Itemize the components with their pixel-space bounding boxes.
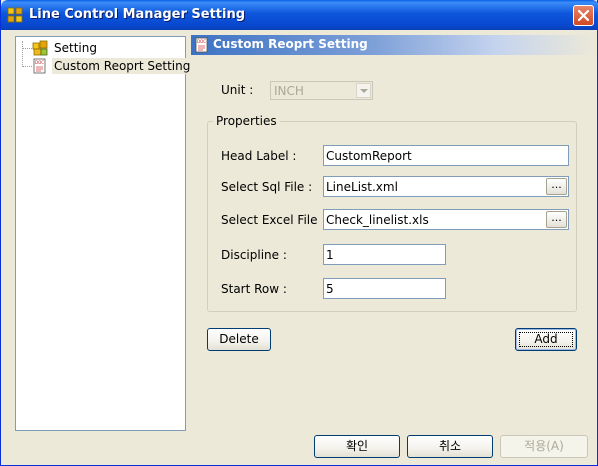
sql-file-browse-button[interactable]: ... <box>546 178 567 195</box>
close-button[interactable] <box>573 5 594 26</box>
discipline-input[interactable] <box>324 245 445 264</box>
excel-file-input[interactable] <box>324 210 568 229</box>
unit-label: Unit : <box>221 83 254 97</box>
head-label-label: Head Label : <box>221 149 297 163</box>
tree-connector <box>22 41 23 67</box>
excel-file-browse-button[interactable]: ... <box>546 211 567 228</box>
settings-folder-icon <box>32 40 48 56</box>
panel-title: Custom Reoprt Setting <box>213 37 368 51</box>
add-button[interactable]: Add <box>515 328 577 351</box>
excel-file-field[interactable]: ... <box>323 209 569 230</box>
close-icon <box>578 10 589 21</box>
tree-connector <box>22 48 32 49</box>
title-bar[interactable]: Line Control Manager Setting <box>1 0 598 30</box>
focus-rectangle <box>519 332 573 347</box>
tree-item-setting[interactable]: Setting <box>32 39 99 57</box>
chevron-down-icon <box>360 89 368 93</box>
window-title: Line Control Manager Setting <box>29 7 246 22</box>
sql-file-input[interactable] <box>324 177 568 196</box>
start-row-input[interactable] <box>324 279 445 298</box>
start-row-label: Start Row : <box>221 282 287 296</box>
dropdown-button[interactable] <box>356 83 371 98</box>
unit-value: INCH <box>274 84 304 98</box>
tree-item-custom-report-setting[interactable]: DOC Custom Reoprt Setting <box>32 57 193 75</box>
delete-button[interactable]: Delete <box>207 328 271 351</box>
select-sql-file-label: Select Sql File : <box>221 180 313 194</box>
properties-group-title: Properties <box>213 114 280 128</box>
tree-connector <box>22 66 32 67</box>
report-doc-icon: DOC <box>33 58 46 74</box>
app-grid-icon <box>7 7 23 23</box>
unit-select[interactable]: INCH <box>270 81 373 100</box>
select-excel-file-label: Select Excel File <box>221 213 318 227</box>
dialog-window: Line Control Manager Setting Setting DOC <box>0 0 598 466</box>
svg-text:DOC: DOC <box>197 39 206 44</box>
discipline-label: Discipline : <box>221 248 287 262</box>
head-label-input[interactable] <box>324 146 568 165</box>
cancel-button[interactable]: 취소 <box>407 435 493 458</box>
settings-tree[interactable]: Setting DOC Custom Reoprt Setting <box>15 36 193 431</box>
report-doc-icon: DOC <box>195 37 208 53</box>
panel-header: DOC Custom Reoprt Setting <box>191 35 597 55</box>
apply-button[interactable]: 적용(A) <box>500 435 588 458</box>
ok-button[interactable]: 확인 <box>314 435 400 458</box>
sql-file-field[interactable]: ... <box>323 176 569 197</box>
head-label-field[interactable] <box>323 145 569 166</box>
tree-item-label: Custom Reoprt Setting <box>52 58 193 74</box>
svg-text:DOC: DOC <box>35 60 44 65</box>
start-row-field[interactable] <box>323 278 446 299</box>
tree-item-label: Setting <box>54 41 97 55</box>
discipline-field[interactable] <box>323 244 446 265</box>
